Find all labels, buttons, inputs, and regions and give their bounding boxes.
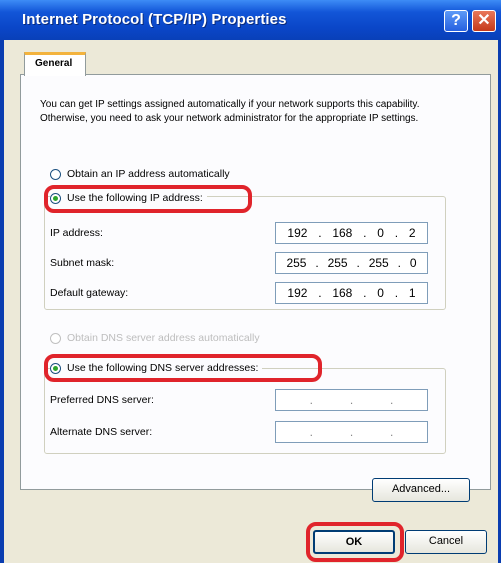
ip-octet-2: 168 xyxy=(332,226,353,240)
obtain-ip-auto-option[interactable]: Obtain an IP address automatically xyxy=(50,168,230,180)
ip-octet-4: 2 xyxy=(408,226,416,240)
default-gateway-label: Default gateway: xyxy=(50,287,129,299)
cancel-button[interactable]: Cancel xyxy=(405,530,487,554)
question-mark-icon: ? xyxy=(451,12,461,29)
preferred-dns-label: Preferred DNS server: xyxy=(50,394,154,406)
preferred-dns-field[interactable]: ... xyxy=(275,389,428,411)
obtain-dns-auto-label: Obtain DNS server address automatically xyxy=(67,332,260,344)
description-text: You can get IP settings assigned automat… xyxy=(40,99,420,124)
ip-address-label: IP address: xyxy=(50,227,103,239)
subnet-mask-label: Subnet mask: xyxy=(50,257,115,269)
subnet-octet-1: 255 xyxy=(286,256,307,270)
help-button[interactable]: ? xyxy=(444,10,468,32)
gateway-octet-1: 192 xyxy=(287,286,308,300)
use-following-dns-option[interactable]: Use the following DNS server addresses: xyxy=(50,362,263,374)
subnet-octet-2: 255 xyxy=(327,256,348,270)
gateway-octet-3: 0 xyxy=(377,286,384,300)
default-gateway-field[interactable]: 192. 168. 0. 1 xyxy=(275,282,428,304)
use-following-dns-label: Use the following DNS server addresses: xyxy=(67,362,259,374)
obtain-ip-auto-label: Obtain an IP address automatically xyxy=(67,168,230,180)
advanced-button[interactable]: Advanced... xyxy=(372,478,470,502)
obtain-ip-auto-radio[interactable] xyxy=(50,168,61,180)
alternate-dns-field[interactable]: ... xyxy=(275,421,428,443)
use-following-ip-radio[interactable] xyxy=(50,192,61,204)
use-following-dns-radio[interactable] xyxy=(50,362,61,374)
tab-general[interactable]: General xyxy=(24,52,86,76)
ip-address-field[interactable]: 192. 168. 0. 2 xyxy=(275,222,428,244)
gateway-octet-2: 168 xyxy=(332,286,353,300)
title-bar[interactable]: Internet Protocol (TCP/IP) Properties ? … xyxy=(0,0,501,40)
ok-button[interactable]: OK xyxy=(313,530,395,554)
gateway-octet-4: 1 xyxy=(408,286,416,300)
close-icon: ✕ xyxy=(477,12,491,29)
close-button[interactable]: ✕ xyxy=(472,10,496,32)
use-following-ip-option[interactable]: Use the following IP address: xyxy=(50,192,207,204)
window-title: Internet Protocol (TCP/IP) Properties xyxy=(22,11,287,28)
subnet-mask-field[interactable]: 255. 255. 255. 0 xyxy=(275,252,428,274)
ip-octet-3: 0 xyxy=(377,226,384,240)
ip-octet-1: 192 xyxy=(287,226,308,240)
obtain-dns-auto-radio[interactable] xyxy=(50,332,61,344)
obtain-dns-auto-option[interactable]: Obtain DNS server address automatically xyxy=(50,332,260,344)
subnet-octet-3: 255 xyxy=(368,256,389,270)
alternate-dns-label: Alternate DNS server: xyxy=(50,426,153,438)
use-following-ip-label: Use the following IP address: xyxy=(67,192,203,204)
subnet-octet-4: 0 xyxy=(409,256,417,270)
